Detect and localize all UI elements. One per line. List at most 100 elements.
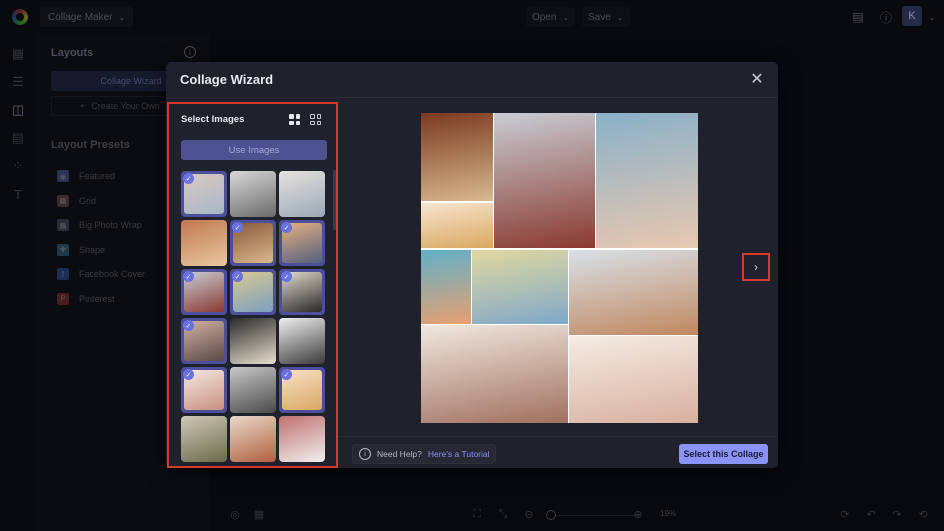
balloons-tile[interactable]	[421, 250, 471, 324]
image-thumbnail[interactable]: ✓	[181, 367, 227, 413]
open-button[interactable]: Open ⌄	[526, 7, 576, 27]
dream-big-tile[interactable]	[421, 203, 493, 248]
mountain-tile[interactable]	[421, 325, 568, 423]
thumbnail-image	[230, 367, 276, 413]
adventures-tile[interactable]	[569, 336, 698, 423]
featured-icon: ◉	[57, 170, 69, 182]
grid-view-icon[interactable]: ▦	[252, 507, 266, 521]
plus-icon: +	[80, 101, 86, 111]
dialog-footer: i Need Help? Here's a Tutorial Select th…	[338, 436, 778, 468]
zoom-in-icon[interactable]: ⊕	[631, 507, 645, 521]
app-logo[interactable]	[12, 9, 28, 25]
help-box: i Need Help? Here's a Tutorial	[352, 444, 496, 464]
dialog-header: Collage Wizard ✕	[166, 62, 778, 98]
small-grid-view-icon[interactable]	[310, 114, 321, 125]
image-thumbnail[interactable]	[181, 416, 227, 462]
top-bar: Collage Maker ⌄ Open ⌄ Save ⌄ ▤ ⓘ K ⌄	[0, 0, 944, 34]
fit-screen-icon[interactable]: ⛶	[470, 507, 484, 521]
tutorial-link[interactable]: Here's a Tutorial	[428, 449, 490, 459]
image-thumbnail[interactable]	[230, 171, 276, 217]
layers-icon[interactable]: ◎	[228, 507, 242, 521]
photo-wrap-icon: ▦	[57, 219, 69, 231]
image-thumbnail[interactable]: ✓	[279, 269, 325, 315]
save-button[interactable]: Save ⌄	[582, 7, 630, 27]
checkmark-icon: ✓	[183, 173, 194, 184]
checkmark-icon: ✓	[232, 222, 243, 233]
open-label: Open	[532, 11, 557, 23]
photographer-tile[interactable]	[569, 250, 698, 335]
info-icon[interactable]: i	[184, 46, 196, 58]
help-icon[interactable]: ⓘ	[878, 9, 894, 25]
airplane-window-tile[interactable]	[596, 113, 698, 248]
image-thumbnail[interactable]: ✓	[279, 367, 325, 413]
chevron-down-icon: ⌄	[616, 12, 624, 22]
close-icon[interactable]: ✕	[748, 70, 766, 88]
image-thumbnail[interactable]	[181, 220, 227, 266]
facebook-icon: f	[57, 268, 69, 280]
bottom-bar: ◎ ▦ ⛶ ⤡ ⊖ ⊕ 19% ⟳ ↶ ↷ ⟲	[210, 497, 944, 531]
preset-label: Featured	[79, 171, 116, 181]
comments-icon[interactable]: ▤	[850, 9, 866, 25]
save-label: Save	[588, 11, 611, 23]
info-icon: i	[359, 448, 371, 460]
avatar[interactable]: K	[902, 6, 922, 26]
redo-icon[interactable]: ↷	[890, 507, 904, 521]
image-thumbnail[interactable]: ✓	[181, 318, 227, 364]
thumbnail-image	[230, 171, 276, 217]
dialog-title: Collage Wizard	[180, 72, 274, 87]
thumbnail-image	[279, 318, 325, 364]
image-thumbnail[interactable]: ✓	[279, 220, 325, 266]
select-collage-button[interactable]: Select this Collage	[679, 444, 768, 464]
select-images-panel: Select Images Use Images ✓ ✓ ✓ ✓ ✓ ✓ ✓ ✓ ✓	[167, 102, 338, 468]
preset-label: Big Photo Wrap	[79, 220, 142, 230]
map-tile[interactable]	[472, 250, 568, 324]
shape-icon: ✚	[57, 243, 69, 256]
history-icon[interactable]: ⟲	[916, 507, 930, 521]
thumbnail-image	[279, 171, 325, 217]
sync-icon[interactable]: ⟳	[838, 507, 852, 521]
grid-icon[interactable]: ▤	[10, 130, 26, 146]
thumbnail-scrollbar[interactable]	[333, 170, 336, 230]
zoom-out-icon[interactable]: ⊖	[522, 507, 536, 521]
zoom-slider-handle[interactable]	[546, 510, 556, 520]
graphics-icon[interactable]: ⁘	[10, 158, 26, 174]
templates-icon[interactable]: ▦	[10, 46, 26, 62]
image-thumbnail-grid: ✓ ✓ ✓ ✓ ✓ ✓ ✓ ✓ ✓	[181, 171, 329, 462]
image-thumbnail[interactable]	[279, 318, 325, 364]
undo-icon[interactable]: ↶	[864, 507, 878, 521]
image-thumbnail[interactable]	[279, 416, 325, 462]
next-layout-button[interactable]: ›	[742, 253, 770, 281]
image-thumbnail[interactable]	[230, 367, 276, 413]
thumbnail-image	[181, 220, 227, 266]
avatar-initial: K	[908, 10, 916, 22]
image-thumbnail[interactable]: ✓	[181, 171, 227, 217]
checkmark-icon: ✓	[183, 320, 194, 331]
image-thumbnail[interactable]: ✓	[230, 269, 276, 315]
text-icon[interactable]: T	[10, 186, 26, 202]
preset-label: Pinterest	[79, 293, 115, 304]
petra-tile[interactable]	[421, 113, 493, 201]
app-title-dropdown[interactable]: Collage Maker ⌄	[40, 7, 134, 27]
thumbnail-image	[279, 416, 325, 462]
pinterest-icon: P	[57, 292, 69, 305]
zoom-slider-track[interactable]	[550, 515, 640, 516]
image-thumbnail[interactable]	[279, 171, 325, 217]
image-thumbnail[interactable]: ✓	[230, 220, 276, 266]
prague-tile[interactable]	[494, 113, 595, 248]
chevron-down-icon[interactable]: ⌄	[926, 9, 938, 25]
app-title-label: Collage Maker	[48, 11, 113, 23]
checkmark-icon: ✓	[232, 271, 243, 282]
image-thumbnail[interactable]: ✓	[181, 269, 227, 315]
image-thumbnail[interactable]	[230, 416, 276, 462]
actual-size-icon[interactable]: ⤡	[496, 507, 510, 521]
grid-icon: ▦	[57, 194, 69, 207]
adjust-icon[interactable]: ☰	[10, 74, 26, 90]
checkmark-icon: ✓	[281, 369, 292, 380]
thumbnail-image	[230, 416, 276, 462]
layouts-icon[interactable]: ◫	[10, 102, 26, 118]
large-grid-view-icon[interactable]	[289, 114, 300, 125]
use-images-button[interactable]: Use Images	[181, 140, 327, 160]
chevron-down-icon: ⌄	[562, 12, 570, 22]
image-thumbnail[interactable]	[230, 318, 276, 364]
left-rail: ▦ ☰ ◫ ▤ ⁘ T	[0, 34, 36, 531]
